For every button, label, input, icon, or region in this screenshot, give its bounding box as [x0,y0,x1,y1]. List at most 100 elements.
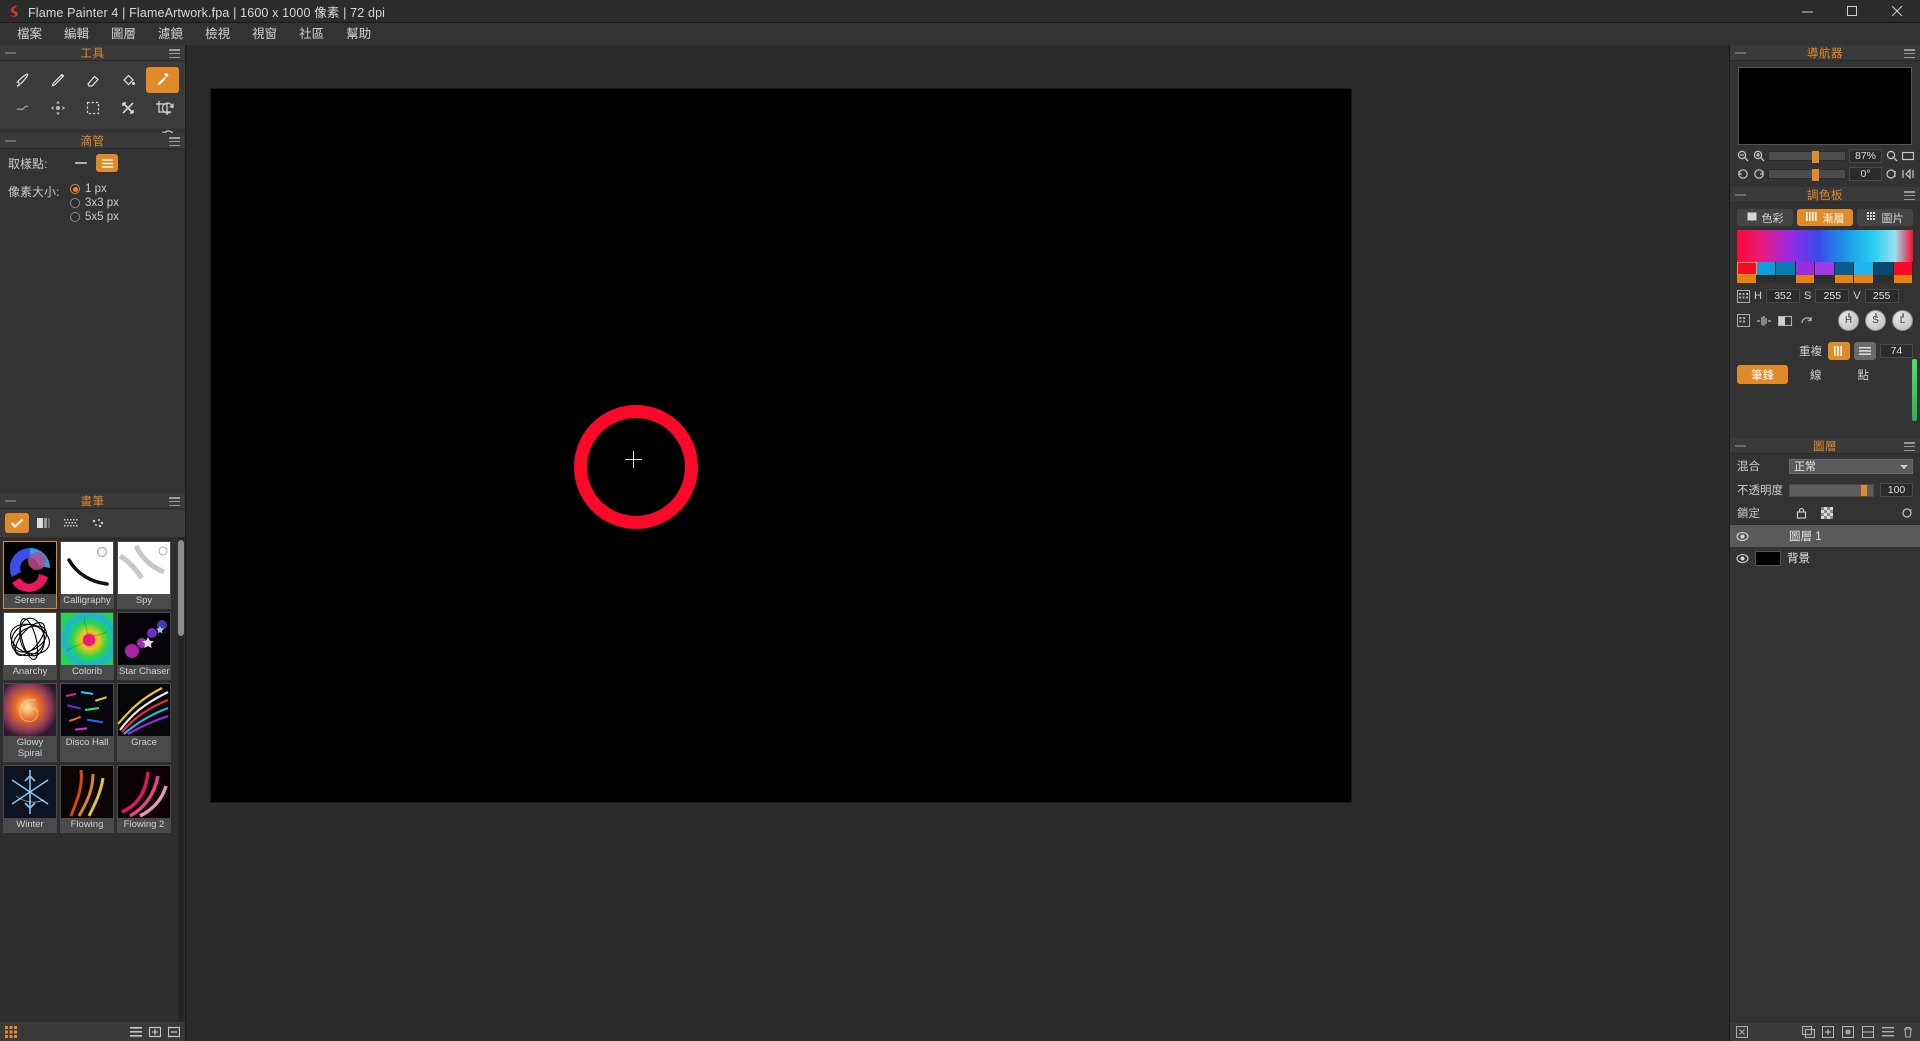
hue-knob[interactable]: H [1838,310,1859,331]
value-value[interactable]: 255 [1864,289,1899,303]
rotate-slider[interactable] [1768,169,1846,181]
brush-panel-menu-icon[interactable] [169,497,180,506]
brush-grid-view-icon[interactable] [4,1025,18,1039]
pixel-size-option-1[interactable]: 1 px [70,183,119,195]
navigator-preview[interactable] [1738,67,1912,145]
hue-value[interactable]: 352 [1765,289,1800,303]
layer-row-1[interactable]: 圖層 1 [1730,525,1920,547]
menu-item-community[interactable]: 社區 [288,24,335,44]
minimize-icon[interactable] [1785,0,1830,23]
rotate-slider-knob[interactable] [1811,169,1819,181]
brush-item-winter[interactable]: Winter [3,765,57,833]
blend-mode-select[interactable]: 正常 [1789,458,1913,474]
opacity-slider-knob[interactable] [1861,484,1867,496]
intensity-indicator[interactable] [1912,359,1917,421]
layer-merge-icon[interactable] [1881,1025,1895,1039]
saturation-value[interactable]: 255 [1815,289,1850,303]
close-icon[interactable] [1875,0,1920,23]
actual-size-icon[interactable] [1901,150,1914,163]
layers-panel-menu-icon[interactable] [1904,442,1915,451]
mode-line-button[interactable]: 線 [1796,365,1836,384]
repeat-lines-icon[interactable] [1854,342,1876,360]
swatch[interactable] [1834,262,1855,275]
brush-gradient-tab-icon[interactable] [32,513,56,533]
swatch[interactable] [1893,275,1914,283]
transform-tool-icon[interactable] [41,95,74,121]
palette-grid-icon[interactable] [1737,314,1750,327]
brush-tool-icon[interactable] [6,67,39,93]
layer-mask-icon[interactable] [1861,1025,1875,1039]
mode-brush-button[interactable]: 筆鋒 [1737,365,1788,384]
fit-screen-icon[interactable] [1885,150,1898,163]
rotate-right-icon[interactable] [1752,168,1765,181]
zoom-in-icon[interactable] [1752,150,1765,163]
brush-item-glowy-spiral[interactable]: Glowy Spiral [3,683,57,762]
collapse-icon[interactable] [1735,445,1746,447]
layer-add-icon[interactable] [1821,1025,1835,1039]
menu-item-layer[interactable]: 圖層 [100,24,147,44]
navigator-panel-menu-icon[interactable] [1904,49,1915,58]
zoom-value[interactable]: 87% [1849,149,1882,163]
brush-item-spy[interactable]: Spy [117,541,171,609]
menu-item-filter[interactable]: 濾鏡 [147,24,194,44]
mode-dot-button[interactable]: 點 [1844,365,1884,384]
sample-layers-icon[interactable] [96,154,118,172]
collapse-icon[interactable] [5,500,16,502]
swatch[interactable] [1854,262,1874,275]
pixel-size-option-5x5[interactable]: 5x5 px [70,211,119,223]
lock-transparency-icon[interactable] [1795,507,1808,520]
swatch[interactable] [1756,275,1777,283]
smudge-tool-icon[interactable] [6,95,39,121]
pencil-tool-icon[interactable] [41,67,74,93]
menu-item-window[interactable]: 視窗 [241,24,288,44]
swatch[interactable] [1776,262,1796,275]
palette-tab-color[interactable]: 色彩 [1737,209,1793,226]
canvas-area[interactable] [187,45,1729,1041]
tools-panel-menu-icon[interactable] [169,49,180,58]
brush-item-star-chasers[interactable]: Star Chasers [117,612,171,680]
menu-item-view[interactable]: 檢視 [194,24,241,44]
swatch[interactable] [1893,262,1914,275]
swatch[interactable] [1854,275,1874,283]
brush-scrollbar-thumb[interactable] [178,540,184,636]
zoom-slider-knob[interactable] [1811,151,1819,163]
swatch[interactable] [1737,262,1757,275]
sample-line-icon[interactable] [70,154,92,172]
pixel-size-option-3x3[interactable]: 3x3 px [70,197,119,209]
repeat-value[interactable]: 74 [1880,344,1913,358]
layer-delete-icon[interactable] [1901,1025,1915,1039]
opacity-value[interactable]: 100 [1880,483,1913,497]
brush-check-tab-icon[interactable] [5,513,29,533]
collapse-icon[interactable] [1735,194,1746,196]
brush-item-disco-hall[interactable]: Disco Hall [60,683,114,762]
layer-duplicate-icon[interactable] [1801,1025,1815,1039]
zoom-slider[interactable] [1768,151,1846,163]
paint-bucket-tool-icon[interactable] [111,67,144,93]
brush-import-icon[interactable] [148,1025,162,1039]
rotate-value[interactable]: 0° [1849,167,1882,181]
rect-select-tool-icon[interactable] [76,95,109,121]
brush-list-scroll[interactable]: Serene Calligraphy Spy Anarchy Colorib S… [0,537,185,1021]
reset-view-icon[interactable] [1901,168,1914,181]
opacity-slider[interactable] [1789,483,1874,497]
lightness-knob[interactable]: L [1892,310,1913,331]
brush-item-grace[interactable]: Grace [117,683,171,762]
palette-loop-icon[interactable] [1799,314,1814,327]
layer-group-icon[interactable] [1841,1025,1855,1039]
saturation-knob[interactable]: S [1865,310,1886,331]
brush-item-flowing[interactable]: Flowing [60,765,114,833]
layer-close-icon[interactable] [1735,1025,1749,1039]
swatch[interactable] [1873,275,1894,283]
gradient-spectrum[interactable] [1737,230,1913,262]
collapse-icon[interactable] [5,52,16,54]
eraser-tool-icon[interactable] [76,67,109,93]
eyedropper-panel-menu-icon[interactable] [169,137,180,146]
flip-icon[interactable] [1885,168,1898,181]
move-tool-icon[interactable] [111,95,144,121]
swatch[interactable] [1815,275,1835,283]
palette-panel-menu-icon[interactable] [1904,191,1915,200]
layer-row-background[interactable]: 背景 [1730,547,1920,569]
collapse-icon[interactable] [5,140,16,142]
swatch[interactable] [1737,275,1757,283]
brush-particle-tab-icon[interactable] [86,513,110,533]
